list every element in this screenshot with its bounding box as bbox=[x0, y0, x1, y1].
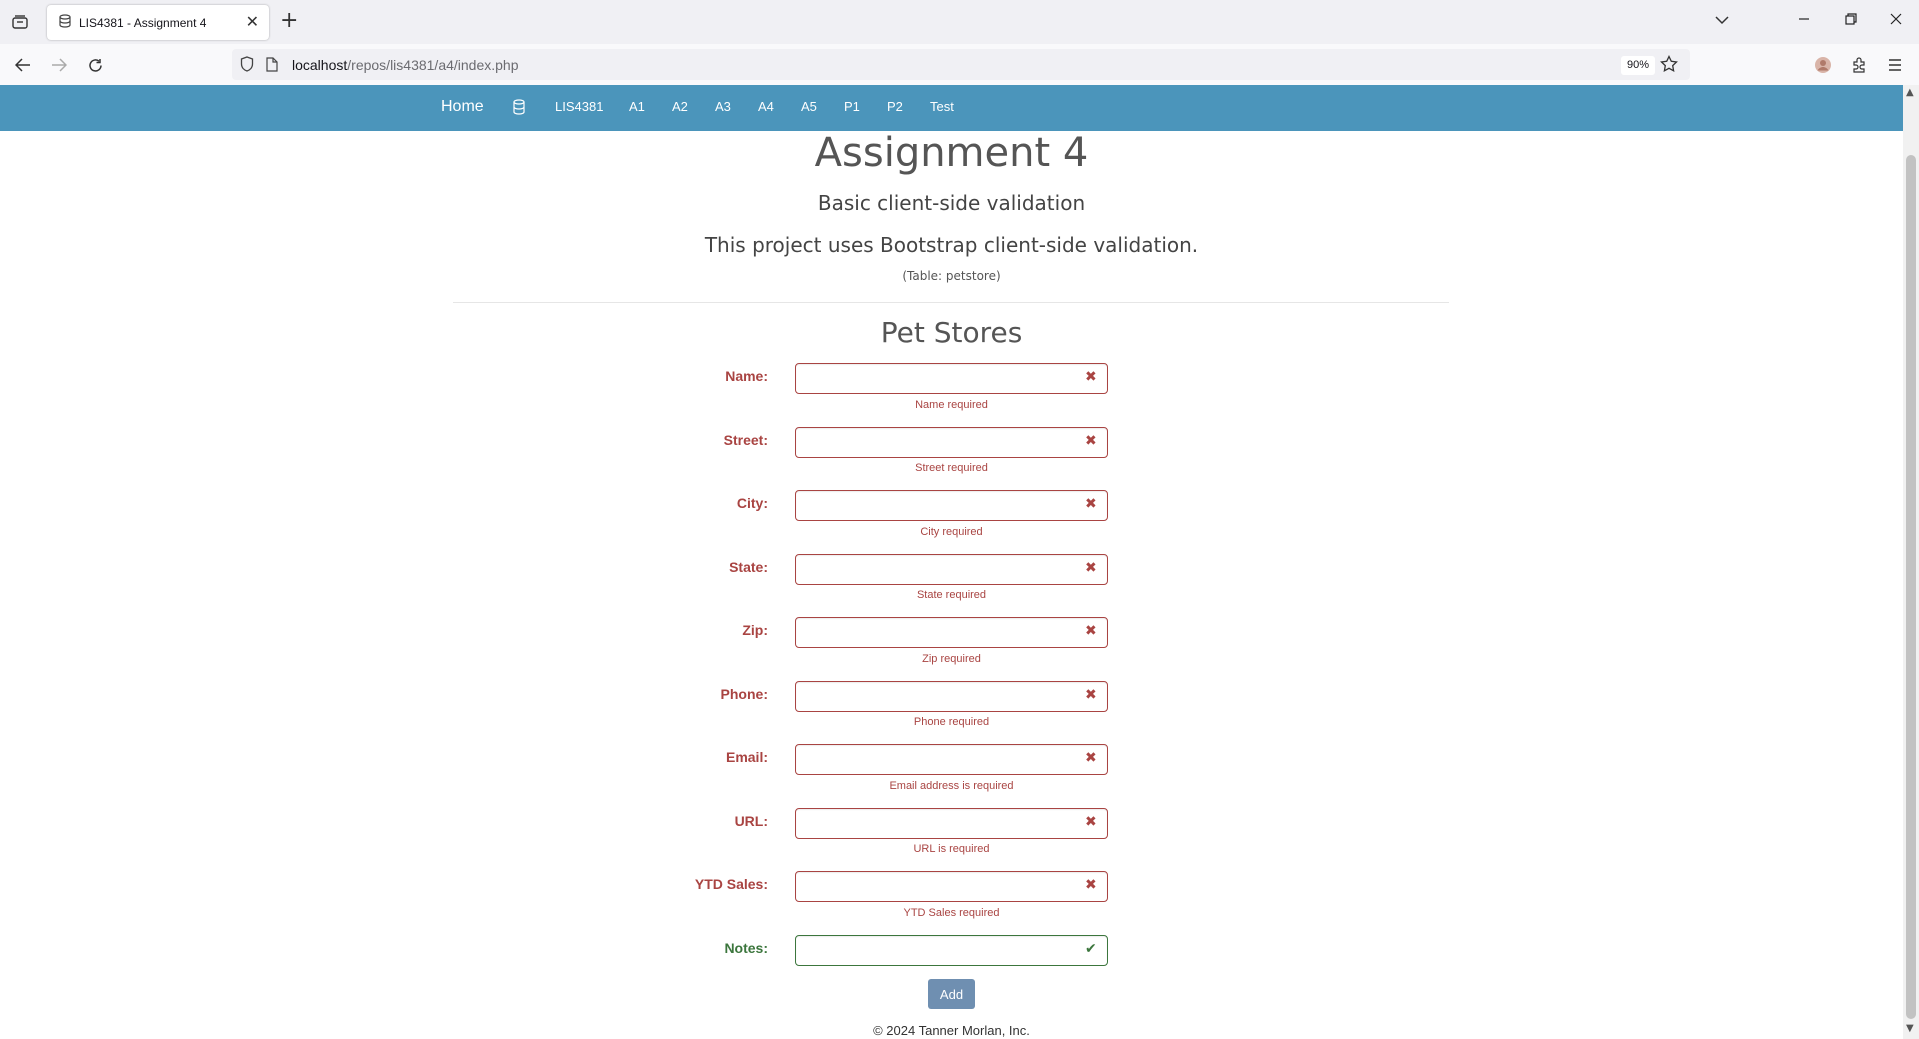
scroll-up-icon[interactable]: ▲ bbox=[1906, 87, 1914, 98]
email-input[interactable] bbox=[795, 744, 1108, 775]
ytd-sales-label: YTD Sales: bbox=[694, 876, 768, 892]
zip-error-text: Zip required bbox=[922, 653, 981, 665]
nav-link-a1[interactable]: A1 bbox=[629, 99, 645, 114]
scroll-thumb[interactable] bbox=[1906, 155, 1916, 1019]
notes-label: Notes: bbox=[724, 940, 768, 956]
page-subtitle: Basic client-side validation bbox=[817, 191, 1086, 215]
divider bbox=[453, 302, 1449, 303]
url-path: /repos/lis4381/a4/index.php bbox=[347, 57, 519, 73]
back-arrow-icon[interactable] bbox=[10, 52, 36, 78]
notes-input[interactable] bbox=[795, 935, 1108, 966]
zip-input[interactable] bbox=[795, 617, 1108, 648]
city-error-text: City required bbox=[920, 526, 983, 538]
error-x-icon: ✖ bbox=[1085, 369, 1097, 385]
extensions-icon[interactable] bbox=[1846, 52, 1872, 78]
reload-icon[interactable] bbox=[82, 52, 108, 78]
error-x-icon: ✖ bbox=[1085, 750, 1097, 766]
error-x-icon: ✖ bbox=[1085, 877, 1097, 893]
name-label: Name: bbox=[725, 368, 768, 384]
account-avatar-icon[interactable] bbox=[1810, 52, 1836, 78]
tab-title: LIS4381 - Assignment 4 bbox=[79, 15, 207, 30]
state-error-text: State required bbox=[916, 589, 987, 601]
url-input[interactable] bbox=[795, 808, 1108, 839]
restore-icon[interactable] bbox=[1845, 10, 1857, 29]
table-note: (Table: petstore) bbox=[902, 269, 1001, 283]
page-scrollbar[interactable]: ▲ ▼ bbox=[1903, 85, 1919, 1039]
email-label: Email: bbox=[725, 749, 768, 765]
error-x-icon: ✖ bbox=[1085, 496, 1097, 512]
error-x-icon: ✖ bbox=[1085, 814, 1097, 830]
page-viewport: Home LIS4381 A1 A2 A3 A4 A5 P1 P2 Test A… bbox=[0, 85, 1903, 1039]
name-error-text: Name required bbox=[915, 399, 988, 411]
add-button[interactable]: Add bbox=[928, 979, 975, 1009]
forward-arrow-icon[interactable] bbox=[46, 52, 72, 78]
browser-tab-active[interactable]: LIS4381 - Assignment 4 ✕ bbox=[47, 5, 269, 40]
url-error-text: URL is required bbox=[913, 843, 990, 855]
nav-home-link[interactable]: Home bbox=[441, 98, 484, 116]
ytd-sales-input[interactable] bbox=[795, 871, 1108, 902]
page-title: Assignment 4 bbox=[814, 130, 1089, 176]
scroll-down-icon[interactable]: ▼ bbox=[1906, 1023, 1914, 1034]
nav-link-a4[interactable]: A4 bbox=[758, 99, 774, 114]
browser-tab-bar: LIS4381 - Assignment 4 ✕ + bbox=[0, 0, 1919, 44]
bookmark-star-icon[interactable] bbox=[1660, 54, 1678, 77]
page-description: This project uses Bootstrap client-side … bbox=[704, 233, 1199, 257]
zoom-level-badge[interactable]: 90% bbox=[1621, 56, 1656, 75]
nav-link-lis4381[interactable]: LIS4381 bbox=[555, 99, 603, 114]
checkmark-icon: ✔ bbox=[1085, 941, 1097, 957]
browser-toolbar: localhost/repos/lis4381/a4/index.php 90% bbox=[0, 44, 1919, 85]
site-navbar: Home LIS4381 A1 A2 A3 A4 A5 P1 P2 Test bbox=[0, 85, 1903, 131]
list-all-tabs-icon[interactable] bbox=[1715, 10, 1729, 29]
ytd-sales-error-text: YTD Sales required bbox=[903, 907, 1000, 919]
database-icon[interactable] bbox=[513, 99, 525, 119]
database-icon bbox=[59, 13, 71, 32]
error-x-icon: ✖ bbox=[1085, 687, 1097, 703]
phone-label: Phone: bbox=[720, 686, 768, 702]
nav-link-p1[interactable]: P1 bbox=[844, 99, 860, 114]
street-input[interactable] bbox=[795, 427, 1108, 458]
street-label: Street: bbox=[723, 432, 768, 448]
url-bar[interactable]: localhost/repos/lis4381/a4/index.php 90% bbox=[232, 49, 1690, 80]
footer-copyright: © 2024 Tanner Morlan, Inc. bbox=[873, 1023, 1030, 1038]
url-text[interactable]: localhost/repos/lis4381/a4/index.php bbox=[292, 57, 519, 73]
nav-link-a3[interactable]: A3 bbox=[715, 99, 731, 114]
nav-link-test[interactable]: Test bbox=[930, 99, 954, 114]
tab-close-icon[interactable]: ✕ bbox=[246, 14, 259, 30]
email-error-text: Email address is required bbox=[889, 780, 1014, 792]
new-tab-button[interactable]: + bbox=[280, 9, 298, 33]
nav-link-a5[interactable]: A5 bbox=[801, 99, 817, 114]
zip-label: Zip: bbox=[742, 622, 768, 638]
error-x-icon: ✖ bbox=[1085, 433, 1097, 449]
state-label: State: bbox=[729, 559, 768, 575]
phone-input[interactable] bbox=[795, 681, 1108, 712]
name-input[interactable] bbox=[795, 363, 1108, 394]
menu-icon[interactable] bbox=[1882, 52, 1908, 78]
url-host: localhost bbox=[292, 57, 348, 73]
minimize-icon[interactable] bbox=[1798, 10, 1810, 29]
state-input[interactable] bbox=[795, 554, 1108, 585]
city-label: City: bbox=[736, 495, 768, 511]
form-title: Pet Stores bbox=[880, 316, 1023, 349]
url-label: URL: bbox=[734, 813, 768, 829]
nav-link-p2[interactable]: P2 bbox=[887, 99, 903, 114]
close-window-icon[interactable] bbox=[1890, 10, 1902, 29]
error-x-icon: ✖ bbox=[1085, 623, 1097, 639]
street-error-text: Street required bbox=[915, 462, 988, 474]
nav-link-a2[interactable]: A2 bbox=[672, 99, 688, 114]
error-x-icon: ✖ bbox=[1085, 560, 1097, 576]
shield-icon[interactable] bbox=[240, 56, 254, 76]
tab-list-icon[interactable] bbox=[8, 10, 32, 34]
page-info-icon[interactable] bbox=[266, 57, 278, 76]
city-input[interactable] bbox=[795, 490, 1108, 521]
phone-error-text: Phone required bbox=[913, 716, 990, 728]
